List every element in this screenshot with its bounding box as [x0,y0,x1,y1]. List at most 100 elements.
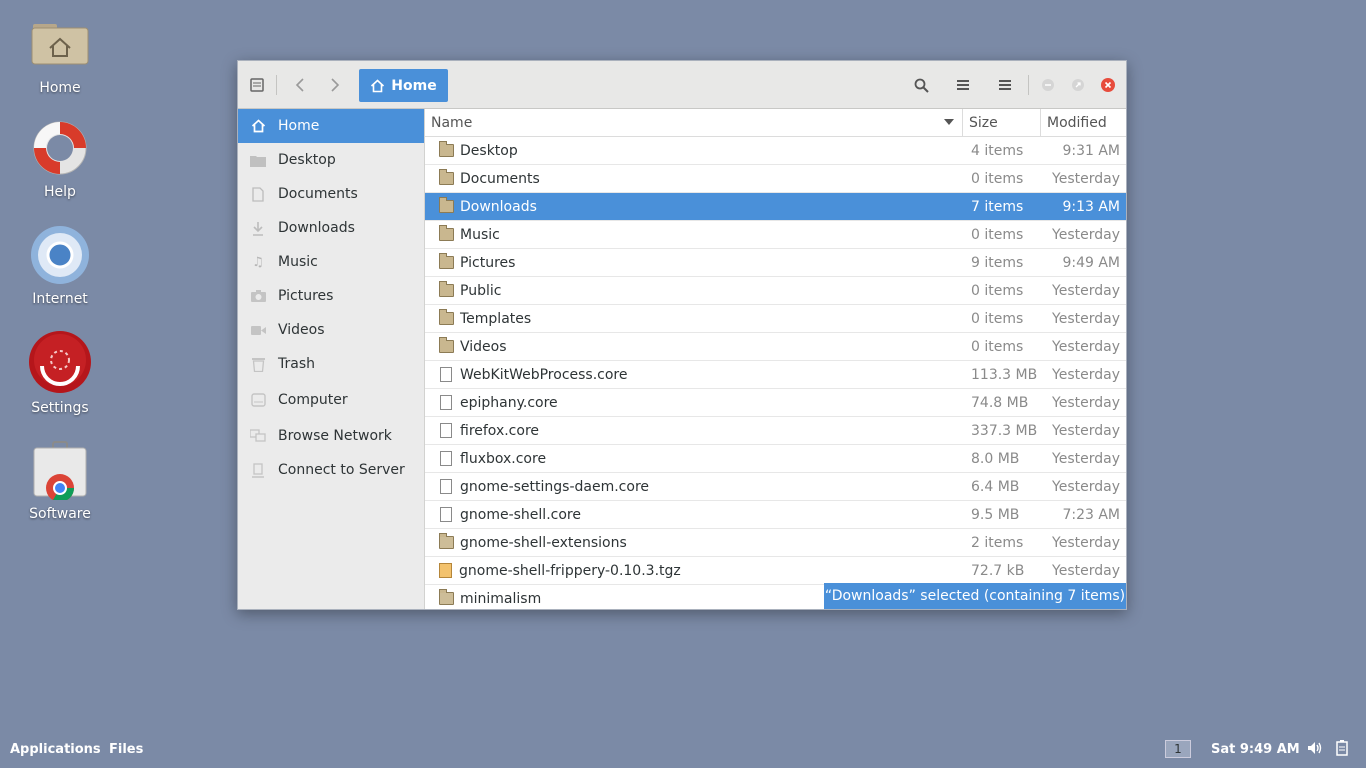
folder-icon [439,589,454,605]
file-modified: Yesterday [1052,534,1120,551]
close-button[interactable] [1096,73,1120,97]
sidebar-item-computer[interactable]: Computer [238,383,424,417]
minimize-button[interactable] [1036,73,1060,97]
folder-icon [439,337,454,353]
sidebar-item-label: Documents [278,186,358,202]
sidebar-item-pictures[interactable]: Pictures [238,279,424,313]
file-name: Music [460,226,500,243]
maximize-button[interactable] [1066,73,1090,97]
folder-icon [439,141,454,157]
column-header-size[interactable]: Size [963,109,1041,136]
header-bar: Home [238,61,1126,109]
sidebar-toggle-button[interactable] [245,73,269,97]
file-row[interactable]: gnome-shell.core 9.5 MB 7:23 AM [425,501,1126,529]
file-row[interactable]: firefox.core 337.3 MB Yesterday [425,417,1126,445]
file-name-cell: Pictures [425,253,963,271]
sidebar-item-trash[interactable]: Trash [238,347,424,381]
sidebar-item-connect-to-server[interactable]: Connect to Server [238,453,424,487]
file-size: 7 items [971,198,1024,215]
file-row[interactable]: Templates 0 items Yesterday [425,305,1126,333]
file-size: 6.4 MB [971,478,1020,495]
file-row[interactable]: Music 0 items Yesterday [425,221,1126,249]
file-row[interactable]: gnome-shell-frippery-0.10.3.tgz 72.7 kB Ye… [425,557,1126,585]
sidebar-item-documents[interactable]: Documents [238,177,424,211]
file-name-cell: fluxbox.core [425,451,963,467]
desktop-label: Settings [31,400,89,416]
column-header-name[interactable]: Name [425,109,963,136]
file-size: 113.3 MB [971,366,1038,383]
folder-icon [439,197,454,213]
file-name-cell: gnome-settings-daem.core [425,479,963,495]
menu-button[interactable] [993,73,1017,97]
file-size: 2 items [971,534,1024,551]
file-list: Name Size Modified Desktop 4 items 9:31 AM… [425,109,1126,609]
sidebar-item-label: Videos [278,322,325,338]
file-row[interactable]: gnome-shell-extensions 2 items Yesterday [425,529,1126,557]
file-name-cell: Documents [425,169,963,187]
desktop-icon-software[interactable]: Software [10,440,110,522]
view-options-button[interactable] [951,73,975,97]
sidebar-item-label: Computer [278,392,348,408]
file-row[interactable]: Public 0 items Yesterday [425,277,1126,305]
path-label: Home [391,77,437,94]
sidebar-item-videos[interactable]: Videos [238,313,424,347]
file-modified: 9:13 AM [1062,198,1120,215]
sidebar-item-browse-network[interactable]: Browse Network [238,419,424,453]
file-name: gnome-shell-extensions [460,534,627,551]
folder-icon [439,169,454,185]
file-icon [440,423,452,438]
file-name-cell: epiphany.core [425,395,963,411]
path-home-button[interactable]: Home [359,69,448,102]
file-modified: Yesterday [1052,422,1120,439]
file-name: Videos [460,338,507,355]
video-icon [250,322,266,338]
column-label: Name [431,114,473,131]
archive-icon [439,563,452,578]
sidebar-item-home[interactable]: Home [238,109,424,143]
camera-icon [250,288,266,304]
server-icon [250,462,266,478]
file-row[interactable]: Pictures 9 items 9:49 AM [425,249,1126,277]
file-name: Downloads [460,198,537,215]
list-view-icon [957,80,969,90]
sidebar-item-music[interactable]: ♫ Music [238,245,424,279]
desktop-icon-help[interactable]: Help [10,118,110,200]
file-name: epiphany.core [460,394,558,411]
home-icon [371,78,385,92]
desktop-icon-internet[interactable]: Internet [10,225,110,307]
file-name-cell: gnome-shell.core [425,507,963,523]
desktop-icon-home[interactable]: Home [10,14,110,96]
file-row[interactable]: Documents 0 items Yesterday [425,165,1126,193]
clock[interactable]: Sat 9:49 AM [1211,742,1300,757]
file-row[interactable]: fluxbox.core 8.0 MB Yesterday [425,445,1126,473]
forward-button[interactable] [323,73,347,97]
folder-icon [439,225,454,241]
files-app-menu[interactable]: Files [109,742,143,757]
file-row[interactable]: Desktop 4 items 9:31 AM [425,137,1126,165]
file-name: Templates [460,310,532,327]
file-row[interactable]: epiphany.core 74.8 MB Yesterday [425,389,1126,417]
file-name: Pictures [460,254,516,271]
sidebar-item-desktop[interactable]: Desktop [238,143,424,177]
workspace-indicator[interactable]: 1 [1165,740,1191,758]
file-size: 74.8 MB [971,394,1029,411]
file-size: 0 items [971,282,1024,299]
file-row[interactable]: Videos 0 items Yesterday [425,333,1126,361]
sidebar-item-downloads[interactable]: Downloads [238,211,424,245]
file-row[interactable]: WebKitWebProcess.core 113.3 MB Yesterday [425,361,1126,389]
column-header-modified[interactable]: Modified [1041,109,1126,136]
desktop-icon-settings[interactable]: Settings [10,330,110,416]
list-header: Name Size Modified [425,109,1126,137]
battery-icon[interactable] [1336,740,1348,760]
search-button[interactable] [909,73,933,97]
volume-icon[interactable] [1307,740,1323,760]
applications-menu[interactable]: Applications [10,742,101,757]
file-row[interactable]: gnome-settings-daem.core 6.4 MB Yesterday [425,473,1126,501]
back-button[interactable] [288,73,312,97]
file-name-cell: Desktop [425,141,963,159]
lifebuoy-icon [30,118,90,178]
file-rows: Desktop 4 items 9:31 AM Documents 0 items Yes… [425,137,1126,609]
sidebar-item-label: Browse Network [278,428,392,444]
file-row[interactable]: Downloads 7 items 9:13 AM [425,193,1126,221]
column-label: Size [969,114,998,131]
